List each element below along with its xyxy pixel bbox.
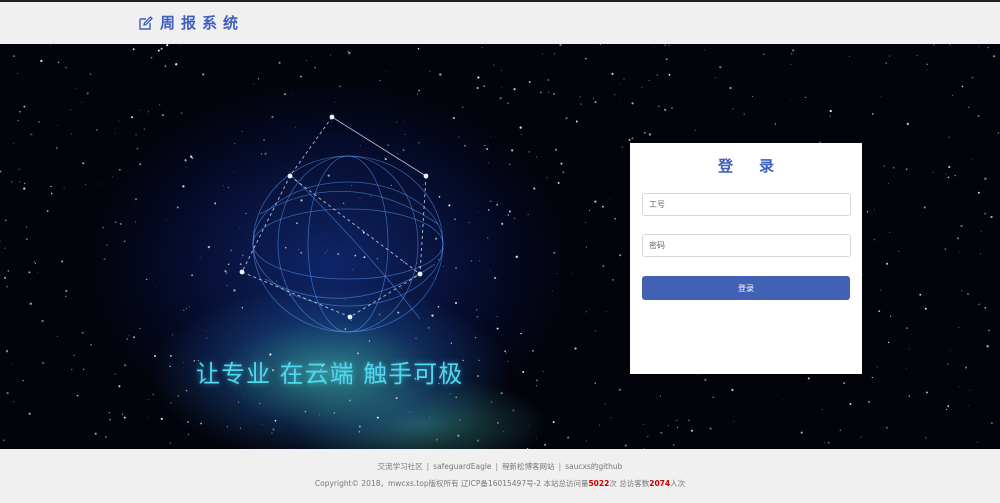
visitor-count: 2074 <box>649 479 671 488</box>
edit-icon <box>138 15 154 31</box>
app-title: 周报系统 <box>160 14 245 32</box>
brand[interactable]: 周报系统 <box>138 12 244 33</box>
visit-count: 5022 <box>588 479 610 488</box>
footer-separator: | <box>558 462 562 471</box>
hero-slogan: 让专业 在云端 触手可极 <box>196 360 464 388</box>
footer-link-blog[interactable]: 程新松博客网站 <box>502 462 555 471</box>
footer-separator: | <box>495 462 499 471</box>
visitor-suffix: 人次 <box>670 479 686 488</box>
copyright-text: Copyright© 2018，mwcxs.top版权所有 辽ICP备16015… <box>314 479 589 488</box>
login-title: 登录 <box>717 157 800 175</box>
login-button[interactable]: 登录 <box>642 276 850 300</box>
footer-separator: | <box>426 462 430 471</box>
globe-illustration <box>239 114 444 333</box>
copyright-line: Copyright© 2018，mwcxs.top版权所有 辽ICP备16015… <box>0 478 1000 489</box>
footer-link-safeguardeagle[interactable]: safeguardEagle <box>433 462 491 471</box>
login-panel: 登录 登录 <box>630 143 862 374</box>
employee-id-input[interactable] <box>642 193 851 216</box>
top-header: 周报系统 <box>0 2 1000 45</box>
footer: 交流学习社区 | safeguardEagle | 程新松博客网站 | saucxs的git… <box>0 449 1000 503</box>
footer-links: 交流学习社区 | safeguardEagle | 程新松博客网站 | saucxs的git… <box>0 461 1000 472</box>
visit-suffix: 次 总访客数 <box>609 479 650 488</box>
footer-link-community[interactable]: 交流学习社区 <box>378 462 423 471</box>
footer-link-github[interactable]: saucxs的github <box>565 462 622 471</box>
password-input[interactable] <box>642 234 851 257</box>
